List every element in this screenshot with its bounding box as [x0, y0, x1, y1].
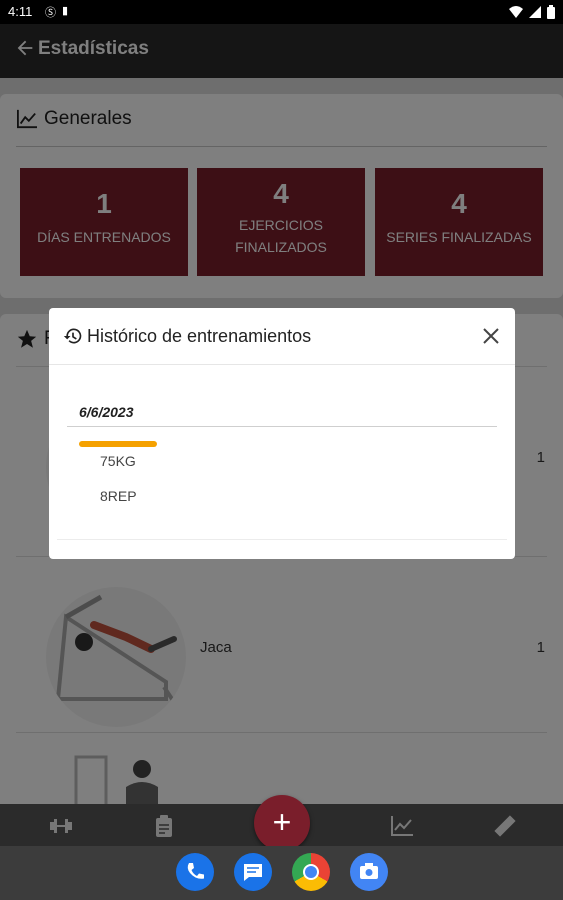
history-modal: Histórico de entrenamientos 6/6/2023 75K…	[49, 308, 515, 559]
modal-header: Histórico de entrenamientos	[49, 308, 515, 365]
wifi-icon	[509, 6, 523, 18]
add-button[interactable]: +	[254, 795, 310, 851]
phone-icon	[187, 863, 204, 879]
battery-icon	[547, 5, 555, 19]
camera-app[interactable]	[350, 853, 388, 891]
signal-icon	[529, 6, 541, 18]
chrome-icon	[303, 864, 319, 880]
chrome-app[interactable]	[292, 853, 330, 891]
camera-icon	[360, 863, 378, 879]
messages-icon	[244, 864, 262, 881]
history-reps: 8REP	[100, 488, 137, 504]
history-icon	[63, 328, 82, 344]
system-dock	[0, 846, 563, 900]
divider	[57, 539, 507, 540]
close-icon[interactable]	[481, 326, 501, 346]
dumbbell-icon[interactable]	[48, 813, 74, 839]
phone-app[interactable]	[176, 853, 214, 891]
sd-card-icon: ▮	[62, 5, 69, 17]
messages-app[interactable]	[234, 853, 272, 891]
status-bar: 4:11 Ⓢ ▮	[0, 0, 563, 24]
chart-icon[interactable]	[389, 813, 415, 839]
modal-title: Histórico de entrenamientos	[87, 326, 312, 346]
ruler-icon[interactable]	[492, 813, 518, 839]
history-date: 6/6/2023	[79, 404, 134, 420]
divider	[67, 426, 497, 427]
status-time: 4:11	[8, 4, 33, 19]
progress-indicator	[79, 441, 157, 447]
history-weight: 75KG	[100, 453, 136, 469]
clipboard-icon[interactable]	[151, 813, 177, 839]
s-icon: Ⓢ	[45, 7, 56, 19]
